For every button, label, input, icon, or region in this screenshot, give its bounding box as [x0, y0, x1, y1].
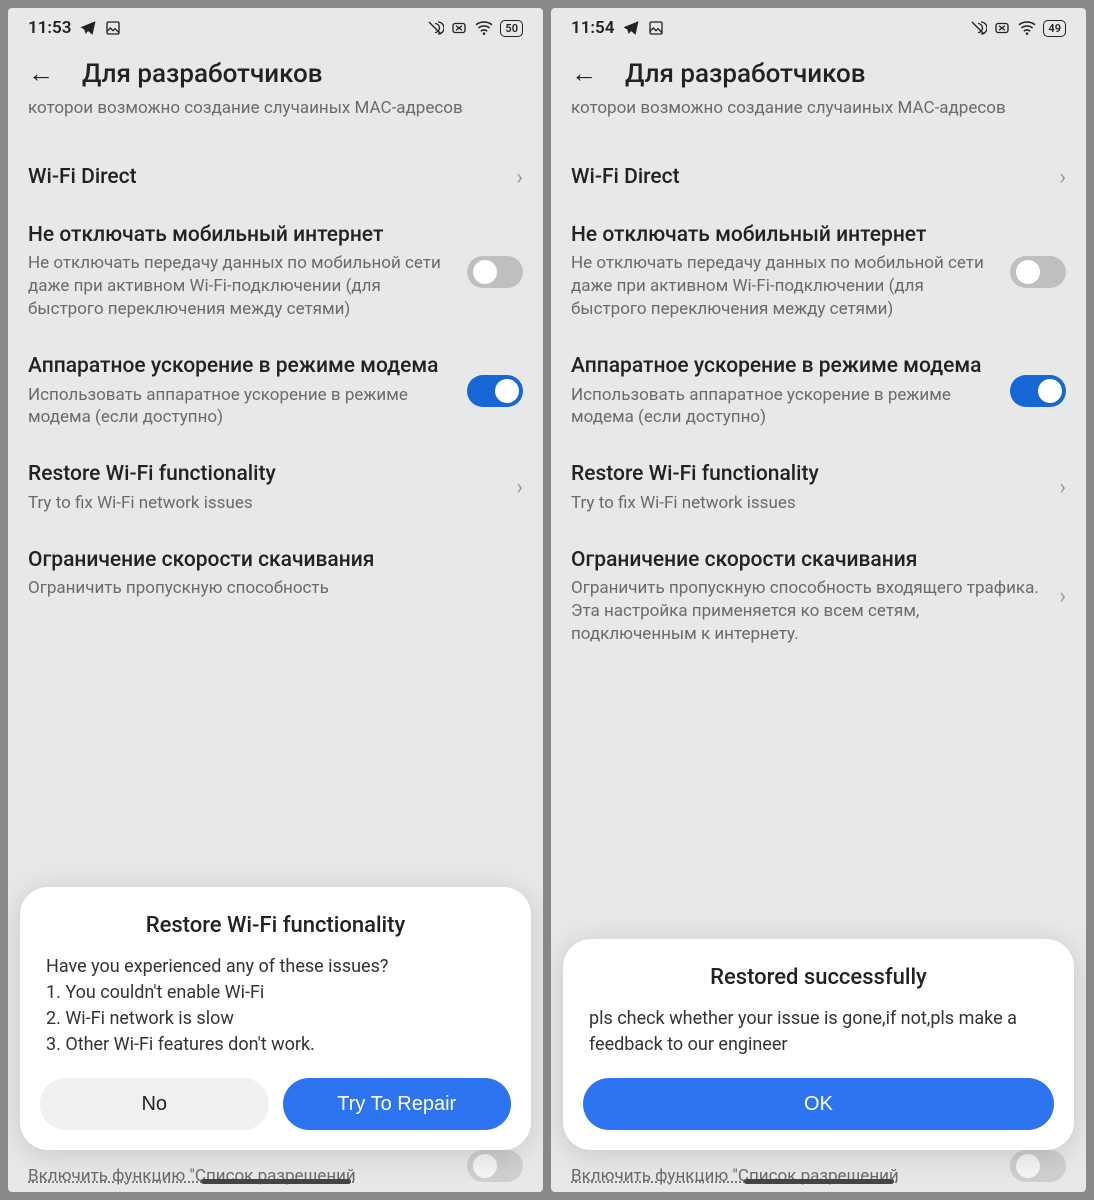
toggle-peek[interactable]	[467, 1150, 523, 1182]
setting-desc: Не отключать передачу данных по мобильно…	[28, 252, 455, 321]
setting-hw-accel-tether[interactable]: Аппаратное ускорение в режиме модема Исп…	[28, 337, 523, 445]
setting-title: Restore Wi-Fi functionality	[571, 461, 1047, 487]
dialog-body-line2: 2. Wi-Fi network is slow	[46, 1006, 505, 1032]
setting-wifi-direct[interactable]: Wi-Fi Direct ›	[28, 148, 523, 206]
toggle-hw-accel[interactable]	[1010, 375, 1066, 407]
battery-level: 50	[505, 22, 518, 35]
setting-title: Не отключать мобильный интернет	[28, 222, 455, 248]
setting-desc: Try to fix Wi-Fi network issues	[571, 492, 1047, 515]
truncated-prev-desc: которои возможно создание случаиных MAC-…	[28, 97, 523, 120]
setting-hw-accel-tether[interactable]: Аппаратное ускорение в режиме модема Исп…	[571, 337, 1066, 445]
no-button[interactable]: No	[40, 1078, 269, 1130]
no-sim-icon	[450, 19, 468, 37]
try-to-repair-button[interactable]: Try To Repair	[283, 1078, 512, 1130]
setting-title: Ограничение скорости скачивания	[28, 547, 511, 573]
chevron-right-icon: ›	[1059, 165, 1066, 190]
dialog-title: Restored successfully	[583, 965, 1054, 990]
setting-desc: Не отключать передачу данных по мобильно…	[571, 252, 998, 321]
setting-title: Не отключать мобильный интернет	[571, 222, 998, 248]
dialog-restore-wifi: Restore Wi-Fi functionality Have you exp…	[20, 887, 531, 1150]
truncated-prev-desc: которои возможно создание случаиных MAC-…	[571, 97, 1066, 120]
telegram-icon	[622, 19, 640, 37]
setting-title: Аппаратное ускорение в режиме модема	[571, 353, 998, 379]
toggle-hw-accel[interactable]	[467, 375, 523, 407]
setting-download-limit[interactable]: Ограничение скорости скачивания Ограничи…	[571, 531, 1066, 662]
toggle-peek[interactable]	[1010, 1150, 1066, 1182]
setting-title: Аппаратное ускорение в режиме модема	[28, 353, 455, 379]
no-sim-icon	[993, 19, 1011, 37]
wifi-icon	[1017, 20, 1037, 36]
setting-desc: Try to fix Wi-Fi network issues	[28, 492, 504, 515]
setting-desc: Ограничить пропускную способность входящ…	[571, 577, 1047, 646]
setting-title: Restore Wi-Fi functionality	[28, 461, 504, 487]
setting-desc: Ограничить пропускную способность	[28, 577, 511, 600]
home-indicator[interactable]	[744, 1179, 894, 1184]
image-icon	[105, 20, 121, 36]
wifi-icon	[474, 20, 494, 36]
dialog-body-line1: 1. You couldn't enable Wi-Fi	[46, 980, 505, 1006]
home-indicator[interactable]	[201, 1179, 351, 1184]
page-title: Для разработчиков	[82, 59, 323, 89]
setting-restore-wifi[interactable]: Restore Wi-Fi functionality Try to fix W…	[571, 445, 1066, 530]
header: ← Для разработчиков	[8, 44, 543, 97]
setting-title: Wi-Fi Direct	[28, 164, 504, 190]
chevron-right-icon: ›	[516, 165, 523, 190]
dialog-body: Have you experienced any of these issues…	[40, 954, 511, 1058]
ok-button[interactable]: OK	[583, 1078, 1054, 1130]
back-arrow-icon[interactable]: ←	[28, 58, 54, 89]
chevron-right-icon: ›	[516, 475, 523, 500]
setting-wifi-direct[interactable]: Wi-Fi Direct ›	[571, 148, 1066, 206]
status-bar: 11:54 49	[551, 8, 1086, 44]
page-title: Для разработчиков	[625, 59, 866, 89]
status-time: 11:53	[28, 18, 71, 38]
dialog-restored-success: Restored successfully pls check whether …	[563, 939, 1074, 1150]
toggle-keep-mobile[interactable]	[1010, 256, 1066, 288]
battery-icon: 50	[500, 20, 523, 37]
setting-restore-wifi[interactable]: Restore Wi-Fi functionality Try to fix W…	[28, 445, 523, 530]
toggle-keep-mobile[interactable]	[467, 256, 523, 288]
battery-level: 49	[1048, 22, 1061, 35]
dialog-body: pls check whether your issue is gone,if …	[583, 1006, 1054, 1058]
image-icon	[648, 20, 664, 36]
setting-title: Wi-Fi Direct	[571, 164, 1047, 190]
battery-icon: 49	[1043, 20, 1066, 37]
telegram-icon	[79, 19, 97, 37]
vibrate-icon	[969, 19, 987, 37]
phone-screen-right: 11:54 49 ← Для разработчиков	[551, 8, 1086, 1192]
dialog-title: Restore Wi-Fi functionality	[40, 913, 511, 938]
setting-title: Ограничение скорости скачивания	[571, 547, 1047, 573]
dialog-body-line3: 3. Other Wi-Fi features don't work.	[46, 1032, 505, 1058]
vibrate-icon	[426, 19, 444, 37]
chevron-right-icon: ›	[1059, 475, 1066, 500]
header: ← Для разработчиков	[551, 44, 1086, 97]
status-time: 11:54	[571, 18, 614, 38]
back-arrow-icon[interactable]: ←	[571, 58, 597, 89]
dialog-body-intro: Have you experienced any of these issues…	[46, 954, 505, 980]
phone-screen-left: 11:53 50 ← Для разработчиков	[8, 8, 543, 1192]
status-bar: 11:53 50	[8, 8, 543, 44]
setting-desc: Использовать аппаратное ускорение в режи…	[28, 384, 455, 430]
setting-desc: Использовать аппаратное ускорение в режи…	[571, 384, 998, 430]
setting-keep-mobile-data[interactable]: Не отключать мобильный интернет Не отклю…	[28, 206, 523, 337]
setting-keep-mobile-data[interactable]: Не отключать мобильный интернет Не отклю…	[571, 206, 1066, 337]
setting-download-limit[interactable]: Ограничение скорости скачивания Ограничи…	[28, 531, 523, 600]
chevron-right-icon: ›	[1059, 584, 1066, 609]
